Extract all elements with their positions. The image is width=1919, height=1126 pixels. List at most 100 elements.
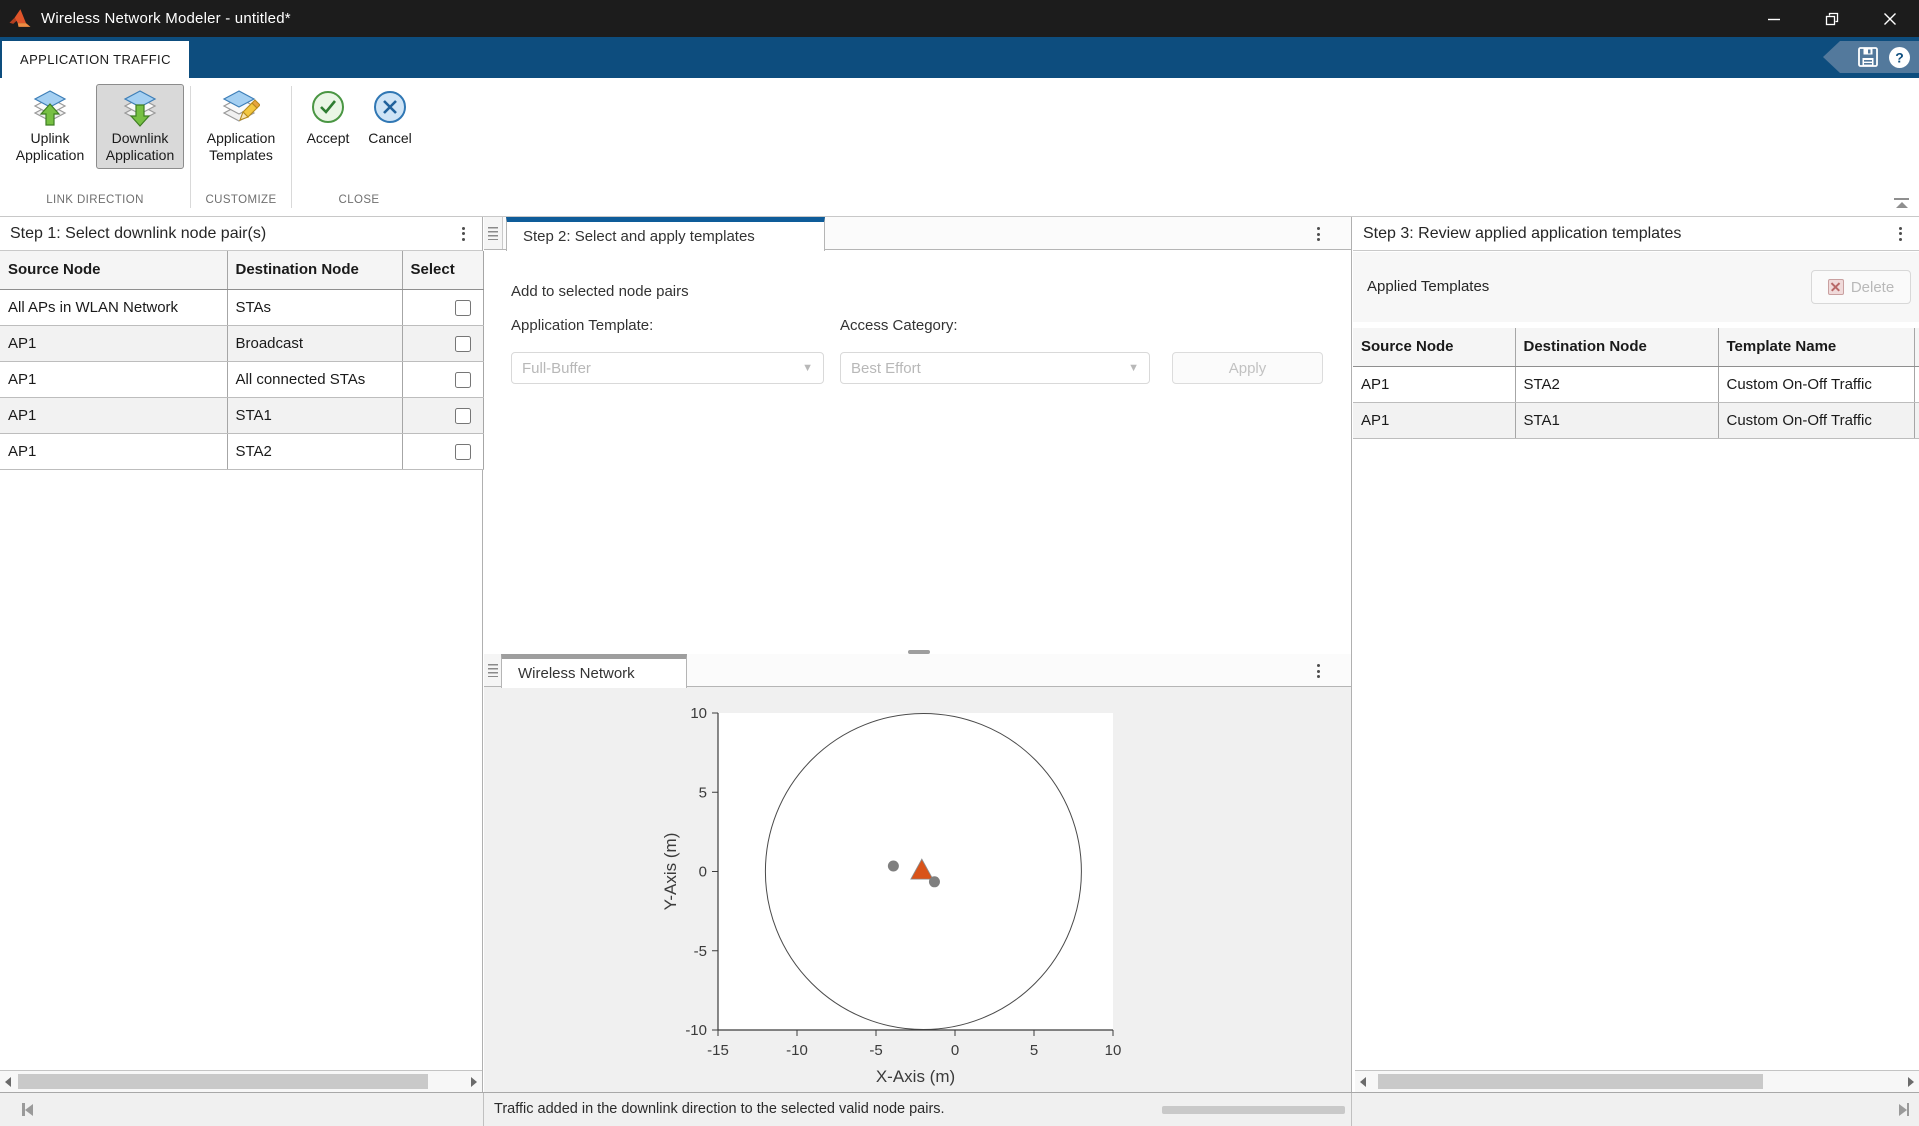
toolbar-group-link-direction: Uplink Application Downlink Application …	[0, 78, 190, 216]
toolbar-group-customize: Application Templates CUSTOMIZE	[191, 78, 291, 216]
panel-step1: Step 1: Select downlink node pair(s) Sou…	[0, 217, 483, 1092]
destination-node-cell: STAs	[227, 289, 402, 325]
step1-header: Step 1: Select downlink node pair(s)	[0, 217, 482, 251]
drag-handle-icon[interactable]	[484, 217, 503, 249]
select-cell	[402, 361, 483, 397]
kebab-menu-icon[interactable]	[1309, 223, 1327, 245]
step1-horizontal-scrollbar[interactable]	[0, 1070, 482, 1092]
svg-text:-10: -10	[786, 1042, 808, 1059]
source-node-cell: All APs in WLAN Network	[0, 289, 227, 325]
column-destination-node: Destination Node	[1515, 328, 1718, 366]
source-node-cell: AP1	[1353, 402, 1515, 438]
network-plot-area: -15-10-50510-10-50510X-Axis (m)Y-Axis (m…	[484, 688, 1351, 1092]
kebab-menu-icon[interactable]	[1309, 660, 1327, 682]
button-label: Uplink	[31, 130, 70, 147]
table-row[interactable]: AP1STA2	[0, 433, 483, 469]
app-window: Wireless Network Modeler - untitled* APP…	[0, 0, 1919, 1126]
table-row[interactable]: AP1STA1	[0, 397, 483, 433]
button-label: Application	[106, 147, 175, 164]
skip-end-icon[interactable]	[1899, 1103, 1910, 1116]
network-tab-strip: Wireless Network	[484, 654, 1351, 687]
skip-start-icon[interactable]	[22, 1103, 33, 1116]
button-label: Templates	[209, 147, 273, 164]
svg-text:0: 0	[951, 1042, 959, 1059]
minimize-button[interactable]	[1745, 0, 1803, 37]
save-icon[interactable]	[1857, 46, 1879, 68]
column-select: Select	[402, 251, 483, 289]
source-node-cell: AP1	[1353, 366, 1515, 402]
kebab-menu-icon[interactable]	[454, 223, 472, 245]
network-topology-plot[interactable]: -15-10-50510-10-50510X-Axis (m)Y-Axis (m…	[484, 688, 1352, 1092]
apply-button[interactable]: Apply	[1172, 352, 1323, 384]
column-destination-node: Destination Node	[227, 251, 402, 289]
step3-horizontal-scrollbar[interactable]	[1355, 1070, 1919, 1092]
help-icon[interactable]: ?	[1888, 46, 1911, 69]
row-select-checkbox[interactable]	[455, 336, 471, 352]
cancel-button[interactable]: Cancel	[360, 84, 420, 152]
status-bar: Traffic added in the downlink direction …	[0, 1092, 1919, 1126]
scroll-left-arrow-icon[interactable]	[1355, 1071, 1371, 1092]
table-row[interactable]: AP1All connected STAs	[0, 361, 483, 397]
access-category-dropdown[interactable]: Best Effort ▼	[840, 352, 1150, 384]
delete-button[interactable]: Delete	[1811, 270, 1911, 304]
collapse-ribbon-icon[interactable]	[1894, 198, 1909, 208]
svg-text:5: 5	[1030, 1042, 1038, 1059]
table-row[interactable]: AP1Broadcast	[0, 325, 483, 361]
status-segment-right	[1351, 1093, 1919, 1126]
window-title: Wireless Network Modeler - untitled*	[41, 10, 291, 27]
layers-pencil-icon	[222, 89, 260, 127]
application-templates-button[interactable]: Application Templates	[197, 84, 285, 169]
accept-button[interactable]: Accept	[298, 84, 358, 152]
svg-text:0: 0	[699, 864, 707, 881]
select-cell	[402, 325, 483, 361]
applied-templates-table: Source Node Destination Node Template Na…	[1353, 328, 1919, 439]
apply-button-label: Apply	[1229, 360, 1267, 377]
destination-node-cell: STA1	[227, 397, 402, 433]
row-select-checkbox[interactable]	[455, 444, 471, 460]
layers-down-arrow-icon	[121, 89, 159, 127]
select-cell	[402, 289, 483, 325]
scrollbar-thumb[interactable]	[1378, 1074, 1763, 1089]
step2-tab-strip: Step 2: Select and apply templates	[484, 217, 1351, 250]
button-label: Application	[207, 130, 276, 147]
status-message: Traffic added in the downlink direction …	[494, 1101, 945, 1117]
scroll-left-arrow-icon[interactable]	[0, 1071, 16, 1092]
scroll-right-arrow-icon[interactable]	[466, 1071, 482, 1092]
row-select-checkbox[interactable]	[455, 300, 471, 316]
row-select-checkbox[interactable]	[455, 408, 471, 424]
table-header-row: Source Node Destination Node Select	[0, 251, 483, 289]
table-row[interactable]: AP1STA1Custom On-Off Traffic	[1353, 402, 1919, 438]
application-template-value: Full-Buffer	[522, 360, 591, 377]
scroll-right-arrow-icon[interactable]	[1903, 1071, 1919, 1092]
restore-icon	[1825, 12, 1839, 26]
tab-step2[interactable]: Step 2: Select and apply templates	[506, 217, 825, 251]
status-segment-left	[0, 1093, 483, 1126]
toolbar-group-close: Accept Cancel CLOSE	[292, 78, 426, 216]
uplink-application-button[interactable]: Uplink Application	[6, 84, 94, 169]
close-button[interactable]	[1861, 0, 1919, 37]
group-label-close: CLOSE	[292, 190, 426, 216]
access-category-value: Best Effort	[851, 360, 921, 377]
button-label: Downlink	[112, 130, 169, 147]
downlink-application-button[interactable]: Downlink Application	[96, 84, 184, 169]
kebab-menu-icon[interactable]	[1891, 223, 1909, 245]
close-icon	[1883, 12, 1897, 26]
table-row[interactable]: All APs in WLAN NetworkSTAs	[0, 289, 483, 325]
step3-title: Step 3: Review applied application templ…	[1363, 225, 1681, 243]
column-source-node: Source Node	[0, 251, 227, 289]
table-row[interactable]: AP1STA2Custom On-Off Traffic	[1353, 366, 1919, 402]
tab-application-traffic[interactable]: APPLICATION TRAFFIC	[2, 41, 189, 78]
row-select-checkbox[interactable]	[455, 372, 471, 388]
main-area: Step 1: Select downlink node pair(s) Sou…	[0, 217, 1919, 1092]
svg-text:-5: -5	[694, 943, 707, 960]
application-template-dropdown[interactable]: Full-Buffer ▼	[511, 352, 824, 384]
scrollbar-thumb[interactable]	[18, 1074, 428, 1089]
restore-button[interactable]	[1803, 0, 1861, 37]
source-node-cell: AP1	[0, 433, 227, 469]
button-label: Accept	[307, 130, 350, 147]
tab-wireless-network[interactable]: Wireless Network	[501, 654, 687, 688]
svg-text:Y-Axis (m): Y-Axis (m)	[661, 833, 680, 911]
svg-text:-10: -10	[685, 1022, 707, 1039]
ribbon-toolbar: Uplink Application Downlink Application …	[0, 78, 1919, 217]
source-node-cell: AP1	[0, 325, 227, 361]
